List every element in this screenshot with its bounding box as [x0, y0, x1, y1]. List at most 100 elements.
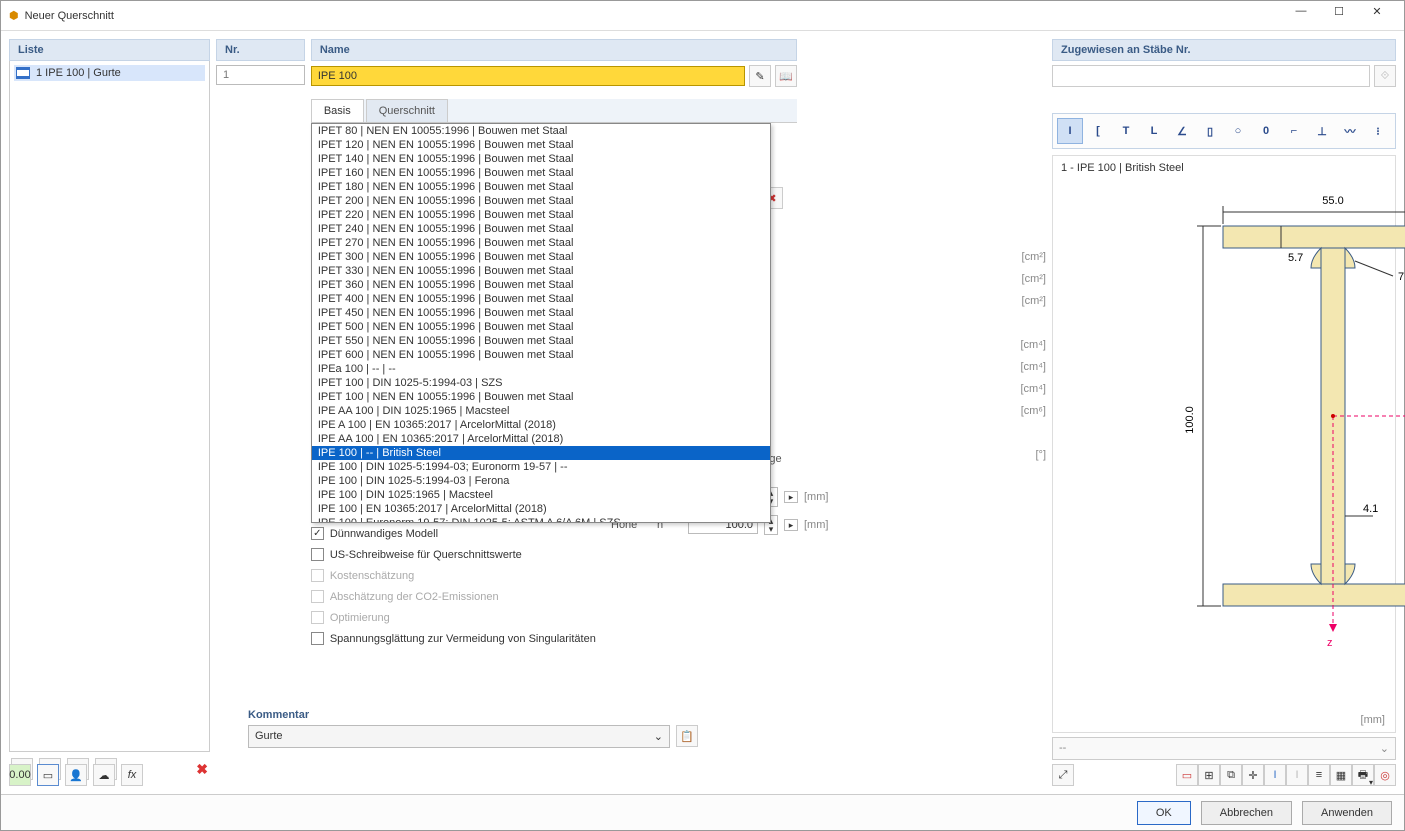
ptool-4[interactable]: ✛ [1242, 764, 1264, 786]
dropdown-item[interactable]: IPET 120 | NEN EN 10055:1996 | Bouwen me… [312, 138, 770, 152]
ok-button[interactable]: OK [1137, 801, 1191, 825]
content-area: Liste 1 IPE 100 | Gurte ✳ ⿻ ↯ ↺ ✖ Nr. 1 [1, 31, 1404, 794]
b-step[interactable]: ▸ [784, 491, 798, 503]
titlebar: ⬢ Neuer Querschnitt — ☐ ✕ [1, 1, 1404, 31]
edit-name-button[interactable]: ✎ [749, 65, 771, 87]
footer: OK Abbrechen Anwenden [1, 794, 1404, 830]
dropdown-item[interactable]: IPET 330 | NEN EN 10055:1996 | Bouwen me… [312, 264, 770, 278]
dropdown-item[interactable]: IPET 270 | NEN EN 10055:1996 | Bouwen me… [312, 236, 770, 250]
shape-c-button[interactable]: [ [1085, 118, 1111, 144]
list-item-label: 1 IPE 100 | Gurte [36, 67, 121, 79]
shape-angle-button[interactable]: ∠ [1169, 118, 1195, 144]
nr-input[interactable]: 1 [216, 65, 305, 85]
dropdown-item[interactable]: IPET 100 | NEN EN 10055:1996 | Bouwen me… [312, 390, 770, 404]
ptool-target[interactable]: ◎ [1374, 764, 1396, 786]
dropdown-item[interactable]: IPET 400 | NEN EN 10055:1996 | Bouwen me… [312, 292, 770, 306]
ptool-8[interactable]: ▦ [1330, 764, 1352, 786]
dim-t: 5.7 [1288, 252, 1303, 264]
ptool-7[interactable]: ≡ [1308, 764, 1330, 786]
close-button[interactable]: ✕ [1358, 5, 1396, 27]
dropdown-item[interactable]: IPET 300 | NEN EN 10055:1996 | Bouwen me… [312, 250, 770, 264]
dropdown-item[interactable]: IPET 240 | NEN EN 10055:1996 | Bouwen me… [312, 222, 770, 236]
shape-z-button[interactable]: ⌐ [1281, 118, 1307, 144]
ptool-2[interactable]: ⊞ [1198, 764, 1220, 786]
shape-l-button[interactable]: L [1141, 118, 1167, 144]
tab-querschnitt[interactable]: Querschnitt [366, 99, 448, 122]
dropdown-item[interactable]: IPET 550 | NEN EN 10055:1996 | Bouwen me… [312, 334, 770, 348]
dim-h: 100.0 [1184, 406, 1196, 434]
status-btn-1[interactable]: 0.00 [9, 764, 31, 786]
opt-spannung[interactable]: Spannungsglättung zur Vermeidung von Sin… [311, 628, 797, 649]
assigned-input[interactable] [1052, 65, 1370, 87]
ptool-print[interactable]: 🖶▾ [1352, 764, 1374, 786]
ptool-3[interactable]: ⧉ [1220, 764, 1242, 786]
dim-web: 4.1 [1363, 503, 1378, 515]
dropdown-item[interactable]: IPET 360 | NEN EN 10055:1996 | Bouwen me… [312, 278, 770, 292]
shape-rect-button[interactable]: ▯ [1197, 118, 1223, 144]
opt-us[interactable]: US-Schreibweise für Querschnittswerte [311, 544, 797, 565]
ptool-1[interactable]: ▭ [1176, 764, 1198, 786]
preview-unit: [mm] [1361, 714, 1385, 726]
cancel-button[interactable]: Abbrechen [1201, 801, 1292, 825]
dropdown-item[interactable]: IPET 600 | NEN EN 10055:1996 | Bouwen me… [312, 348, 770, 362]
unit-label: [cm⁴] [803, 337, 1046, 359]
status-toolbar: 0.00 ▭ 👤 ☁ fx [9, 764, 143, 786]
status-btn-2[interactable]: ▭ [37, 764, 59, 786]
shape-oval-button[interactable]: 0 [1253, 118, 1279, 144]
opt-opt: Optimierung [311, 607, 797, 628]
dropdown-item[interactable]: IPE AA 100 | DIN 1025:1965 | Macsteel [312, 404, 770, 418]
preview-title: 1 - IPE 100 | British Steel [1061, 162, 1184, 174]
dropdown-item[interactable]: IPET 200 | NEN EN 10055:1996 | Bouwen me… [312, 194, 770, 208]
dropdown-item[interactable]: IPE 100 | EN 10365:2017 | ArcelorMittal … [312, 502, 770, 516]
name-column: Name IPE 100 ✎ 📖 IPET 80 | NEN EN 10055:… [311, 39, 797, 786]
name-dropdown[interactable]: IPET 80 | NEN EN 10055:1996 | Bouwen met… [311, 123, 771, 523]
kommentar-panel: Kommentar Gurte ⌄ 📋 [248, 699, 698, 748]
dropdown-item[interactable]: IPE A 100 | EN 10365:2017 | ArcelorMitta… [312, 418, 770, 432]
library-button[interactable]: 📖 [775, 65, 797, 87]
dropdown-item-selected[interactable]: IPE 100 | -- | British Steel [312, 446, 770, 460]
kommentar-tool[interactable]: 📋 [676, 725, 698, 747]
unit-label: [cm⁴] [803, 381, 1046, 403]
dropdown-item[interactable]: IPET 180 | NEN EN 10055:1996 | Bouwen me… [312, 180, 770, 194]
shape-wave-button[interactable]: 〰 [1337, 118, 1363, 144]
dropdown-item[interactable]: IPE 100 | DIN 1025-5:1994-03; Euronorm 1… [312, 460, 770, 474]
dropdown-item[interactable]: IPET 140 | NEN EN 10055:1996 | Bouwen me… [312, 152, 770, 166]
status-btn-5[interactable]: fx [121, 764, 143, 786]
delete-item-button[interactable]: ✖ [196, 761, 208, 778]
dropdown-item[interactable]: IPE 100 | DIN 1025:1965 | Macsteel [312, 488, 770, 502]
dropdown-item[interactable]: IPET 100 | DIN 1025-5:1994-03 | SZS [312, 376, 770, 390]
unit-label: [cm⁶] [803, 403, 1046, 425]
shape-rail-button[interactable]: ⊥ [1309, 118, 1335, 144]
dropdown-item[interactable]: IPET 220 | NEN EN 10055:1996 | Bouwen me… [312, 208, 770, 222]
dropdown-item[interactable]: IPET 80 | NEN EN 10055:1996 | Bouwen met… [312, 124, 770, 138]
preview-tool-left[interactable]: ⤢ [1052, 764, 1074, 786]
maximize-button[interactable]: ☐ [1320, 5, 1358, 27]
shape-circle-button[interactable]: ○ [1225, 118, 1251, 144]
preview-select[interactable]: -- ⌄ [1052, 737, 1396, 760]
shape-i-button[interactable]: I [1057, 118, 1083, 144]
dropdown-item[interactable]: IPET 160 | NEN EN 10055:1996 | Bouwen me… [312, 166, 770, 180]
dropdown-item[interactable]: IPET 500 | NEN EN 10055:1996 | Bouwen me… [312, 320, 770, 334]
unit-label: [cm²] [803, 249, 1046, 271]
tab-basis[interactable]: Basis [311, 99, 364, 122]
status-btn-3[interactable]: 👤 [65, 764, 87, 786]
dropdown-item[interactable]: IPE AA 100 | EN 10365:2017 | ArcelorMitt… [312, 432, 770, 446]
list-item[interactable]: 1 IPE 100 | Gurte [14, 65, 205, 81]
section-drawing: 55.0 7.0 5.7 100.0 4.1 [1133, 196, 1405, 696]
dropdown-item[interactable]: IPEa 100 | -- | -- [312, 362, 770, 376]
h-step[interactable]: ▸ [784, 519, 798, 531]
ptool-5[interactable]: I [1264, 764, 1286, 786]
shape-other-button[interactable]: ⁝ [1365, 118, 1391, 144]
shape-t-button[interactable]: T [1113, 118, 1139, 144]
ptool-6[interactable]: I [1286, 764, 1308, 786]
dropdown-item[interactable]: IPE 100 | DIN 1025-5:1994-03 | Ferona [312, 474, 770, 488]
pick-members-button[interactable]: ⟐ [1374, 65, 1396, 87]
kommentar-select[interactable]: Gurte ⌄ [248, 725, 670, 748]
status-btn-4[interactable]: ☁ [93, 764, 115, 786]
dropdown-item[interactable]: IPET 450 | NEN EN 10055:1996 | Bouwen me… [312, 306, 770, 320]
dropdown-item[interactable]: IPE 100 | Euronorm 19-57; DIN 1025-5; AS… [312, 516, 770, 523]
name-input[interactable]: IPE 100 [311, 66, 745, 86]
minimize-button[interactable]: — [1282, 5, 1320, 27]
liste-header: Liste [9, 39, 210, 61]
apply-button[interactable]: Anwenden [1302, 801, 1392, 825]
